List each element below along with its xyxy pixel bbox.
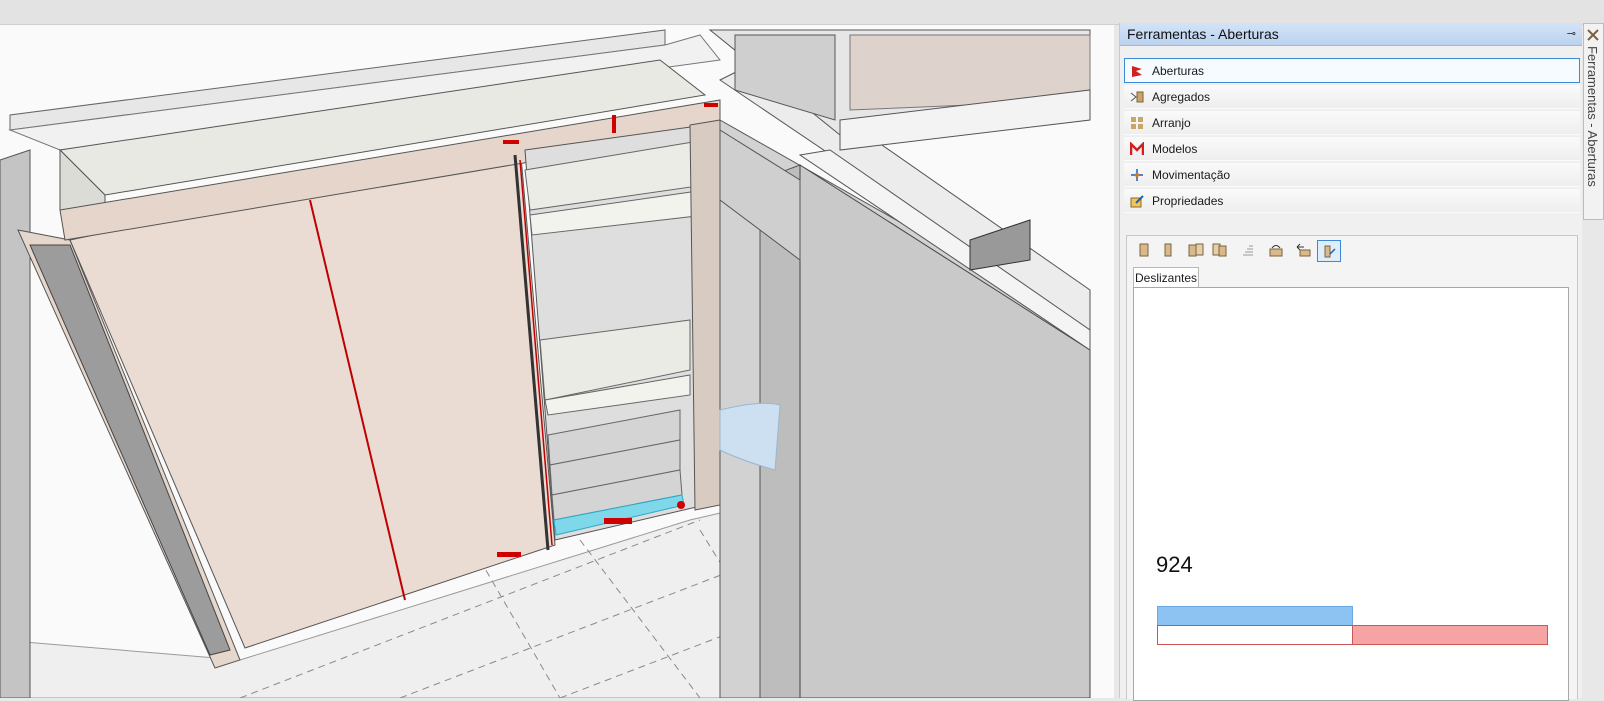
aberturas-icon (1129, 63, 1145, 79)
doors-copy-icon[interactable] (1209, 240, 1231, 260)
side-tab-ferramentas[interactable]: Ferramentas - Aberturas (1583, 23, 1604, 220)
agregados-icon (1129, 89, 1145, 105)
tools-panel: Ferramentas - Aberturas ⊸ Aberturas Agre… (1119, 23, 1582, 701)
door-single-icon[interactable] (1133, 240, 1155, 260)
side-tab-label: Ferramentas - Aberturas (1585, 46, 1600, 187)
menu-item-aberturas[interactable]: Aberturas (1124, 58, 1580, 83)
modelos-icon (1129, 141, 1145, 157)
menu-item-arranjo[interactable]: Arranjo (1124, 110, 1580, 135)
menu-item-agregados[interactable]: Agregados (1124, 84, 1580, 109)
move-left-icon[interactable] (1293, 240, 1315, 260)
movimentacao-icon (1129, 167, 1145, 183)
sliding-door-rear-bar[interactable] (1157, 625, 1353, 645)
aberturas-toolbar (1129, 238, 1569, 262)
menu-item-label: Aberturas (1152, 64, 1205, 78)
aberturas-tool-area: Deslizantes 924 (1126, 235, 1578, 701)
panel-title-bar: Ferramentas - Aberturas ⊸ (1120, 23, 1582, 46)
door-layout-canvas[interactable]: 924 (1133, 287, 1569, 701)
propriedades-icon (1129, 193, 1145, 209)
doors-group-icon[interactable] (1185, 240, 1207, 260)
menu-item-movimentacao[interactable]: Movimentação (1124, 162, 1580, 187)
tab-deslizantes[interactable]: Deslizantes (1133, 267, 1199, 288)
sliding-door-icon[interactable] (1317, 240, 1341, 262)
menu-item-label: Agregados (1152, 90, 1211, 104)
arranjo-icon (1129, 115, 1145, 131)
rotate-door-icon[interactable] (1265, 240, 1287, 260)
menu-item-label: Arranjo (1152, 116, 1191, 130)
tools-menu: Aberturas Agregados Arranjo Modelos Movi… (1124, 58, 1580, 214)
menu-item-label: Modelos (1152, 142, 1198, 156)
3d-viewport[interactable] (0, 25, 1114, 698)
align-icon[interactable] (1237, 240, 1259, 260)
opening-width-dimension: 924 (1156, 552, 1193, 577)
menu-item-modelos[interactable]: Modelos (1124, 136, 1580, 161)
tools-icon (1586, 28, 1600, 45)
panel-title: Ferramentas - Aberturas (1127, 26, 1279, 42)
menu-item-label: Movimentação (1152, 168, 1231, 182)
sliding-door-front-bar[interactable] (1157, 606, 1353, 626)
menu-item-propriedades[interactable]: Propriedades (1124, 188, 1580, 213)
pin-icon[interactable]: ⊸ (1567, 27, 1576, 40)
sliding-door-selected-bar[interactable] (1352, 625, 1548, 645)
application-top-bar (0, 0, 1604, 25)
door-narrow-icon[interactable] (1157, 240, 1179, 260)
menu-item-label: Propriedades (1152, 194, 1224, 208)
